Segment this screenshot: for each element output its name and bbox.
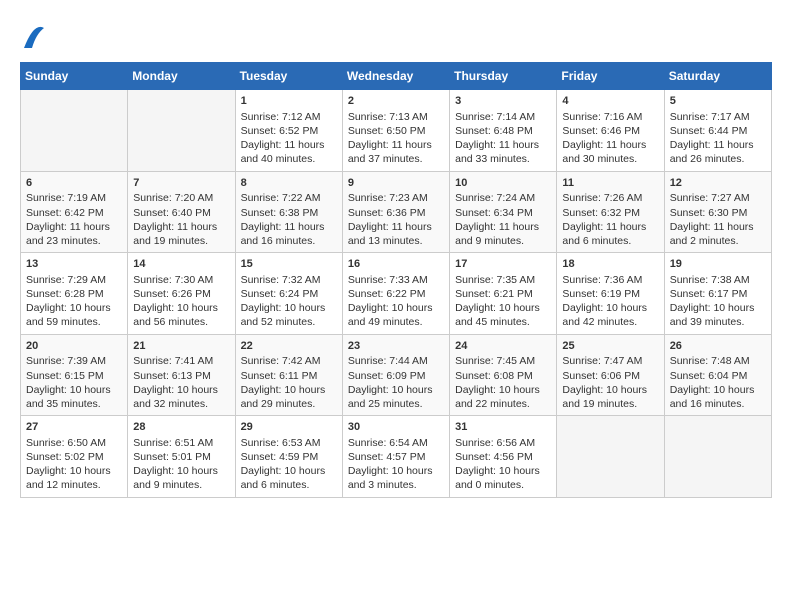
calendar-week-row: 6Sunrise: 7:19 AMSunset: 6:42 PMDaylight…: [21, 171, 772, 253]
calendar-cell: 26Sunrise: 7:48 AMSunset: 6:04 PMDayligh…: [664, 334, 771, 416]
calendar-cell: 20Sunrise: 7:39 AMSunset: 6:15 PMDayligh…: [21, 334, 128, 416]
calendar-cell: 8Sunrise: 7:22 AMSunset: 6:38 PMDaylight…: [235, 171, 342, 253]
calendar-week-row: 13Sunrise: 7:29 AMSunset: 6:28 PMDayligh…: [21, 253, 772, 335]
day-number: 11: [562, 176, 658, 191]
calendar-cell: 29Sunrise: 6:53 AMSunset: 4:59 PMDayligh…: [235, 416, 342, 498]
calendar-cell: 15Sunrise: 7:32 AMSunset: 6:24 PMDayligh…: [235, 253, 342, 335]
weekday-header: Friday: [557, 63, 664, 90]
day-number: 22: [241, 339, 337, 354]
calendar-week-row: 20Sunrise: 7:39 AMSunset: 6:15 PMDayligh…: [21, 334, 772, 416]
calendar-cell: 14Sunrise: 7:30 AMSunset: 6:26 PMDayligh…: [128, 253, 235, 335]
weekday-header: Wednesday: [342, 63, 449, 90]
day-number: 12: [670, 176, 766, 191]
calendar-cell: 27Sunrise: 6:50 AMSunset: 5:02 PMDayligh…: [21, 416, 128, 498]
calendar-cell: 2Sunrise: 7:13 AMSunset: 6:50 PMDaylight…: [342, 90, 449, 172]
calendar-cell: 11Sunrise: 7:26 AMSunset: 6:32 PMDayligh…: [557, 171, 664, 253]
calendar-cell: 10Sunrise: 7:24 AMSunset: 6:34 PMDayligh…: [450, 171, 557, 253]
calendar-cell: 7Sunrise: 7:20 AMSunset: 6:40 PMDaylight…: [128, 171, 235, 253]
calendar-cell: 21Sunrise: 7:41 AMSunset: 6:13 PMDayligh…: [128, 334, 235, 416]
day-number: 21: [133, 339, 229, 354]
calendar-cell: [664, 416, 771, 498]
weekday-header: Saturday: [664, 63, 771, 90]
logo-wing-icon: [22, 20, 46, 52]
weekday-header-row: SundayMondayTuesdayWednesdayThursdayFrid…: [21, 63, 772, 90]
header: [20, 20, 772, 52]
calendar-cell: 23Sunrise: 7:44 AMSunset: 6:09 PMDayligh…: [342, 334, 449, 416]
calendar-table: SundayMondayTuesdayWednesdayThursdayFrid…: [20, 62, 772, 498]
day-number: 16: [348, 257, 444, 272]
calendar-cell: 13Sunrise: 7:29 AMSunset: 6:28 PMDayligh…: [21, 253, 128, 335]
calendar-cell: 6Sunrise: 7:19 AMSunset: 6:42 PMDaylight…: [21, 171, 128, 253]
calendar-cell: 12Sunrise: 7:27 AMSunset: 6:30 PMDayligh…: [664, 171, 771, 253]
calendar-cell: 1Sunrise: 7:12 AMSunset: 6:52 PMDaylight…: [235, 90, 342, 172]
logo: [20, 20, 46, 52]
calendar-week-row: 1Sunrise: 7:12 AMSunset: 6:52 PMDaylight…: [21, 90, 772, 172]
calendar-cell: 4Sunrise: 7:16 AMSunset: 6:46 PMDaylight…: [557, 90, 664, 172]
calendar-cell: [128, 90, 235, 172]
day-number: 19: [670, 257, 766, 272]
calendar-cell: 19Sunrise: 7:38 AMSunset: 6:17 PMDayligh…: [664, 253, 771, 335]
calendar-cell: 22Sunrise: 7:42 AMSunset: 6:11 PMDayligh…: [235, 334, 342, 416]
weekday-header: Sunday: [21, 63, 128, 90]
day-number: 31: [455, 420, 551, 435]
day-number: 29: [241, 420, 337, 435]
day-number: 7: [133, 176, 229, 191]
calendar-cell: 25Sunrise: 7:47 AMSunset: 6:06 PMDayligh…: [557, 334, 664, 416]
day-number: 23: [348, 339, 444, 354]
day-number: 1: [241, 94, 337, 109]
calendar-cell: [557, 416, 664, 498]
day-number: 30: [348, 420, 444, 435]
day-number: 10: [455, 176, 551, 191]
calendar-week-row: 27Sunrise: 6:50 AMSunset: 5:02 PMDayligh…: [21, 416, 772, 498]
weekday-header: Thursday: [450, 63, 557, 90]
calendar-cell: [21, 90, 128, 172]
page: SundayMondayTuesdayWednesdayThursdayFrid…: [0, 0, 792, 508]
weekday-header: Tuesday: [235, 63, 342, 90]
day-number: 13: [26, 257, 122, 272]
day-number: 18: [562, 257, 658, 272]
day-number: 6: [26, 176, 122, 191]
day-number: 25: [562, 339, 658, 354]
day-number: 2: [348, 94, 444, 109]
calendar-cell: 24Sunrise: 7:45 AMSunset: 6:08 PMDayligh…: [450, 334, 557, 416]
day-number: 26: [670, 339, 766, 354]
calendar-cell: 28Sunrise: 6:51 AMSunset: 5:01 PMDayligh…: [128, 416, 235, 498]
calendar-cell: 31Sunrise: 6:56 AMSunset: 4:56 PMDayligh…: [450, 416, 557, 498]
day-number: 24: [455, 339, 551, 354]
calendar-cell: 9Sunrise: 7:23 AMSunset: 6:36 PMDaylight…: [342, 171, 449, 253]
day-number: 4: [562, 94, 658, 109]
day-number: 3: [455, 94, 551, 109]
day-number: 8: [241, 176, 337, 191]
calendar-cell: 3Sunrise: 7:14 AMSunset: 6:48 PMDaylight…: [450, 90, 557, 172]
day-number: 20: [26, 339, 122, 354]
calendar-cell: 17Sunrise: 7:35 AMSunset: 6:21 PMDayligh…: [450, 253, 557, 335]
day-number: 9: [348, 176, 444, 191]
day-number: 28: [133, 420, 229, 435]
calendar-cell: 16Sunrise: 7:33 AMSunset: 6:22 PMDayligh…: [342, 253, 449, 335]
calendar-cell: 18Sunrise: 7:36 AMSunset: 6:19 PMDayligh…: [557, 253, 664, 335]
day-number: 14: [133, 257, 229, 272]
day-number: 5: [670, 94, 766, 109]
weekday-header: Monday: [128, 63, 235, 90]
day-number: 27: [26, 420, 122, 435]
calendar-cell: 5Sunrise: 7:17 AMSunset: 6:44 PMDaylight…: [664, 90, 771, 172]
calendar-cell: 30Sunrise: 6:54 AMSunset: 4:57 PMDayligh…: [342, 416, 449, 498]
day-number: 17: [455, 257, 551, 272]
day-number: 15: [241, 257, 337, 272]
